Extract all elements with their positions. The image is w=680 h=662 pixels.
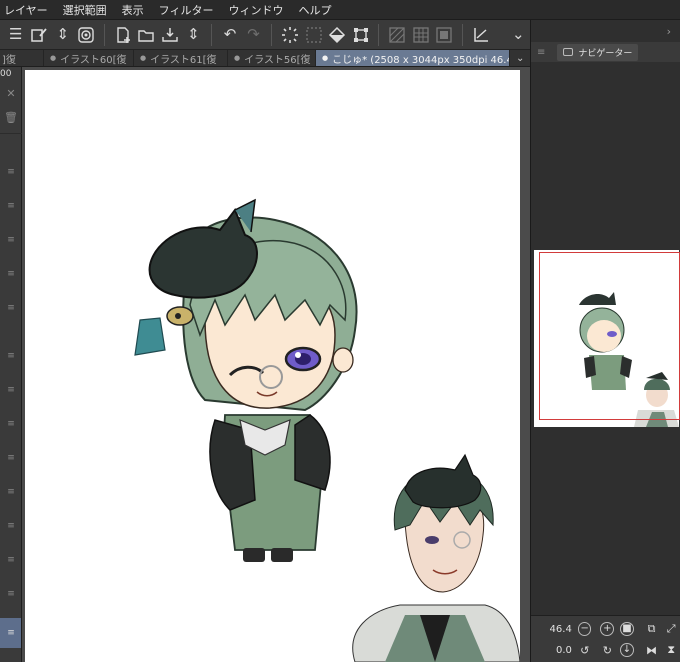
drag-handle-icon[interactable]: ≡ [4,303,18,313]
rotation-row: 0.0 ↺ ↻ ↓ ⧓ ⧗ [531,640,680,660]
viewport-frame[interactable] [539,252,680,420]
open-folder-icon[interactable] [137,25,157,45]
tab-document-active[interactable]: ● こじゅ* (2508 x 3044px 350dpi 46.4%) [316,50,510,66]
panel-expand-icon[interactable]: › [531,20,680,42]
toolbar-divider [104,23,106,46]
divider [0,133,22,134]
hatch-pattern-icon[interactable] [387,25,407,45]
drawing-canvas[interactable] [25,70,521,662]
drag-handle-icon[interactable]: ≡ [4,385,18,395]
drag-handle-icon[interactable]: ≡ [4,628,18,638]
fit-screen-icon[interactable]: ■ [620,622,634,636]
bullet-icon: ● [322,54,329,62]
flip-vertical-icon[interactable]: ⧗ [664,643,678,657]
navigator-preview[interactable] [534,250,680,427]
new-file-icon[interactable] [113,25,133,45]
rotate-left-icon[interactable]: ↺ [578,643,592,657]
drag-handle-icon[interactable]: ≡ [4,167,18,177]
stepper-icon-2[interactable]: ⇕ [184,25,204,45]
navigator-title: ナビゲーター [578,48,633,59]
loading-spinner-icon[interactable] [280,25,300,45]
drag-handle-icon[interactable]: ≡ [4,453,18,463]
chevron-down-icon[interactable]: ⌄ [508,25,528,45]
navigator-controls: 46.4 − + ■ ⧉ ⤢ 0.0 ↺ ↻ ↓ ⧓ ⧗ [531,615,680,662]
zoom-out-icon[interactable]: − [577,622,592,636]
redo-icon[interactable]: ↷ [244,25,264,45]
tab-label: こじゅ* (2508 x 3044px 350dpi 46.4%) [332,54,510,66]
toolbar-divider [271,23,273,46]
toolbar-divider [461,23,463,46]
chevron-down-icon[interactable]: ⌄ [510,50,524,66]
drag-handle-icon[interactable]: ≡ [4,521,18,531]
opacity-value: 00 [0,69,12,79]
stepper-icon[interactable]: ⇕ [53,25,73,45]
menu-bar: レイヤー 選択範囲 表示 フィルター ウィンドウ ヘルプ [0,0,680,20]
drag-handle-icon[interactable]: ≡ [4,555,18,565]
drag-handle-icon[interactable]: ≡ [537,47,545,58]
menu-view[interactable]: 表示 [122,2,144,18]
layer-settings-icon[interactable] [30,25,50,45]
spiral-icon[interactable] [77,25,97,45]
close-icon[interactable]: ✕ [4,88,18,99]
menu-window[interactable]: ウィンドウ [228,2,283,18]
tab-document[interactable]: ● イラスト56[復 [228,50,316,66]
drag-handle-icon[interactable]: ≡ [4,589,18,599]
fill-bucket-icon[interactable] [327,25,347,45]
zoom-row: 46.4 − + ■ ⧉ ⤢ [531,619,680,639]
zoom-value[interactable]: 46.4 [531,624,572,635]
toolbar-divider [211,23,213,46]
drag-handle-icon[interactable]: ≡ [4,487,18,497]
save-tray-icon[interactable] [160,25,180,45]
tab-document[interactable]: ● イラスト61[復 [134,50,228,66]
navigator-icon [563,48,574,56]
hamburger-menu-icon[interactable]: ☰ [6,25,26,45]
bullet-icon: ● [234,54,241,62]
trash-icon[interactable]: 🗑 [4,112,18,123]
portrait-character [352,453,521,662]
tab-label: イラスト60[復 [60,54,127,66]
tab-navigator[interactable]: ナビゲーター [557,43,639,61]
flip-horizontal-icon[interactable]: ⧓ [645,643,659,657]
menu-help[interactable]: ヘルプ [298,2,331,18]
document-tab-bar: ]復 ● イラスト60[復 ● イラスト61[復 ● イラスト56[復 ● こじゅ* (… [0,50,530,67]
layer-panel-edge: 00 ✕ 🗑 ≡ ≡ ≡ ≡ ≡ ≡ ≡ ≡ ≡ ≡ ≡ ≡ ≡ ≡ ≡ [0,67,22,662]
chibi-character [134,198,358,562]
right-panel: › ≡ ナビゲーター 46.4 − + ■ ⧉ ⤢ 0.0 ↺ ↻ ↓ ⧓ ⧗ [530,20,680,662]
tab-document[interactable]: ● イラスト60[復 [44,50,134,66]
drag-handle-icon[interactable]: ≡ [4,269,18,279]
rotation-value[interactable]: 0.0 [531,645,572,656]
tab-document[interactable]: ]復 [0,50,44,66]
actual-size-icon[interactable]: ⧉ [645,622,659,636]
bullet-icon: ● [140,54,147,62]
check-ruler-icon[interactable] [471,25,491,45]
fit-window-icon[interactable]: ⤢ [664,622,678,636]
menu-filter[interactable]: フィルター [159,2,214,18]
rotate-right-icon[interactable]: ↻ [600,643,614,657]
crosshatch-icon[interactable] [411,25,431,45]
undo-icon[interactable]: ↶ [220,25,240,45]
drag-handle-icon[interactable]: ≡ [4,201,18,211]
artwork-illustration [134,198,521,662]
zoom-in-icon[interactable]: + [600,622,615,636]
transform-icon[interactable] [351,25,371,45]
tab-label: イラスト56[復 [244,54,311,66]
menu-layer[interactable]: レイヤー [4,2,48,18]
tab-label: イラスト61[復 [150,54,217,66]
navigator-header: ≡ ナビゲーター [531,42,680,62]
selection-grid-icon[interactable] [304,25,324,45]
drag-handle-icon[interactable]: ≡ [4,235,18,245]
drag-handle-icon[interactable]: ≡ [4,351,18,361]
toolbar-divider [378,23,380,46]
frame-border-icon[interactable] [434,25,454,45]
command-toolbar: ☰ ⇕ ⇕ ↶ ↷ ⌄ [0,20,530,50]
drag-handle-icon[interactable]: ≡ [4,419,18,429]
menu-selection[interactable]: 選択範囲 [63,2,107,18]
tab-label: ]復 [2,54,16,66]
bullet-icon: ● [50,54,57,62]
reset-rotation-icon[interactable]: ↓ [620,643,634,657]
